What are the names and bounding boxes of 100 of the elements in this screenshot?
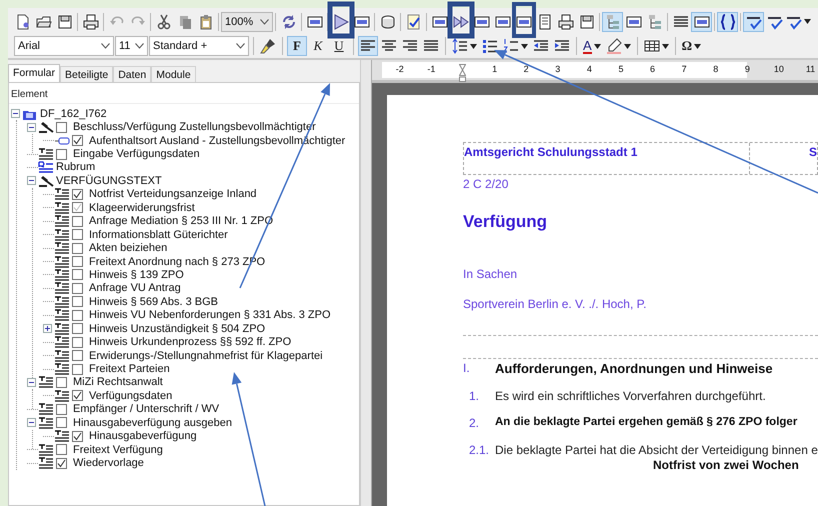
checkbox[interactable] bbox=[72, 430, 83, 442]
checkbox[interactable] bbox=[72, 336, 83, 348]
checkbox[interactable] bbox=[72, 390, 83, 402]
toolbar-button[interactable] bbox=[743, 12, 764, 32]
checkbox[interactable] bbox=[72, 256, 83, 268]
tree-item[interactable]: Hinausgabeverfügung bbox=[88, 430, 197, 442]
tree-item[interactable]: Hinweis VU Nebenforderungen § 331 Abs. 3 ZPO bbox=[88, 309, 331, 322]
chevron-icon bbox=[135, 43, 144, 49]
toolbar-button[interactable]: K bbox=[308, 36, 328, 56]
tree-item[interactable]: Freitext Verfügung bbox=[72, 444, 163, 456]
dropdown-field[interactable]: Arial bbox=[14, 36, 114, 56]
header-text: Amtsgericht Schulungsstadt 1 bbox=[464, 143, 750, 174]
play-icon bbox=[332, 14, 348, 30]
toolbar-button[interactable] bbox=[602, 12, 623, 32]
file-number: 2 C 2/20 bbox=[463, 177, 510, 191]
form-icon bbox=[694, 14, 710, 30]
toolbar-button[interactable] bbox=[258, 36, 278, 56]
dropdown-field[interactable]: Standard + bbox=[149, 36, 249, 56]
section-number: I. bbox=[463, 361, 471, 376]
checkbox[interactable] bbox=[56, 148, 67, 160]
intro-text: In Sachen bbox=[463, 267, 518, 281]
dropdown-field[interactable]: 11 bbox=[115, 36, 148, 56]
toolbar-button[interactable] bbox=[358, 36, 378, 56]
ruler-number: 2 bbox=[522, 64, 530, 76]
tab[interactable]: Daten bbox=[113, 66, 152, 82]
checkbox[interactable] bbox=[72, 282, 83, 294]
section-number: 2. bbox=[468, 416, 480, 430]
expand-icon[interactable] bbox=[43, 324, 52, 334]
tree-item[interactable]: VERFÜGUNGSTEXT bbox=[55, 174, 162, 187]
tree-item[interactable]: DF_162_I762 bbox=[39, 108, 107, 120]
tab[interactable]: Module bbox=[151, 66, 196, 82]
tree-item[interactable]: Hinweis Unzuständigkeit § 504 ZPO bbox=[88, 322, 266, 335]
checkbox[interactable] bbox=[56, 404, 67, 415]
form-icon bbox=[516, 14, 532, 30]
checkbox[interactable] bbox=[72, 310, 83, 321]
form-icon bbox=[306, 14, 322, 30]
text-block-icon bbox=[38, 457, 54, 470]
form-icon bbox=[494, 14, 510, 30]
tree-item[interactable]: MiZi Rechtsanwalt bbox=[72, 376, 163, 388]
tab[interactable]: Beteiligte bbox=[60, 66, 114, 82]
checkbox[interactable] bbox=[56, 458, 67, 469]
tree-item[interactable]: Hinweis Urkundenprozess §§ 592 ff. ZPO bbox=[88, 336, 292, 348]
deadline-text: Notfrist von zwei Wochen bbox=[653, 458, 800, 472]
ruler-number: 8 bbox=[712, 64, 720, 76]
checkbox[interactable] bbox=[56, 376, 67, 388]
pen-icon bbox=[606, 38, 622, 54]
toolbar-button[interactable] bbox=[450, 36, 479, 56]
chevron-icon bbox=[236, 43, 245, 49]
checkbox[interactable] bbox=[72, 269, 83, 280]
tree-item[interactable]: Hinweis § 139 ZPO bbox=[88, 268, 184, 281]
toolbar-button[interactable]: F bbox=[287, 36, 307, 56]
text-block-icon bbox=[38, 376, 54, 388]
checkbox[interactable] bbox=[72, 229, 83, 240]
highlight-frame bbox=[448, 2, 474, 38]
tree-item[interactable]: Freitext Parteien bbox=[88, 363, 170, 376]
form-icon bbox=[354, 14, 370, 30]
checkbox[interactable] bbox=[72, 188, 83, 200]
tree-item[interactable]: Wiedervorlage bbox=[72, 457, 144, 470]
tree-item[interactable]: Akten beiziehen bbox=[88, 242, 168, 254]
collapse-icon[interactable] bbox=[27, 418, 36, 428]
checkbox[interactable] bbox=[72, 323, 83, 334]
collapse-icon[interactable] bbox=[27, 122, 36, 132]
ruler-number: -1 bbox=[426, 64, 436, 76]
checkbox[interactable] bbox=[72, 350, 83, 362]
line-spacing-icon bbox=[452, 38, 468, 54]
checkbox[interactable] bbox=[56, 122, 67, 133]
indent-marker[interactable] bbox=[459, 64, 466, 82]
tree-item[interactable]: Hinweis § 569 Abs. 3 BGB bbox=[88, 296, 218, 308]
party-names: Sportverein Berlin e. V. ./. Hoch, P. bbox=[463, 297, 648, 311]
tree-item[interactable]: Anfrage VU Antrag bbox=[88, 282, 181, 294]
text-block-icon bbox=[54, 390, 70, 402]
toolbar-button[interactable] bbox=[717, 12, 738, 32]
collapse-icon[interactable] bbox=[11, 109, 20, 118]
tree-item[interactable]: Hinausgabeverfügung ausgeben bbox=[72, 416, 232, 429]
tree-item[interactable]: Rubrum bbox=[55, 161, 96, 174]
checkbox[interactable] bbox=[72, 242, 83, 254]
tree-item[interactable]: Informationsblatt Güterichter bbox=[88, 228, 228, 241]
checkbox[interactable] bbox=[72, 296, 83, 308]
toolbar-button[interactable] bbox=[691, 12, 712, 32]
table-icon bbox=[644, 38, 660, 54]
tree-item[interactable]: Empfänger / Unterschrift / WV bbox=[72, 403, 220, 416]
checkbox[interactable] bbox=[72, 216, 83, 227]
checkbox[interactable] bbox=[56, 444, 67, 456]
checkbox[interactable] bbox=[56, 417, 67, 428]
tab[interactable]: Formular bbox=[8, 64, 60, 82]
tree-item[interactable]: Verfügungsdaten bbox=[88, 390, 172, 402]
ruler[interactable]: -2 -1 1 2 3 4 5 6 7 8 9 10 11 bbox=[372, 60, 818, 83]
tree-item[interactable]: Erwiderungs-/Stellungnahmefrist für Klagepartei bbox=[88, 350, 323, 362]
tree-item[interactable]: Notfrist Verteidungsanzeige Inland bbox=[88, 188, 257, 200]
collapse-icon[interactable] bbox=[27, 378, 36, 387]
collapse-icon[interactable] bbox=[27, 176, 36, 186]
toolbar-button[interactable]: Ω bbox=[680, 36, 704, 56]
dropdown-field[interactable]: 100% bbox=[221, 12, 273, 32]
ruler-number: 6 bbox=[649, 64, 656, 76]
text-block-icon bbox=[54, 215, 70, 228]
toolbar-button[interactable]: A bbox=[581, 36, 603, 56]
checkbox[interactable] bbox=[72, 135, 83, 146]
tree-item[interactable]: Eingabe Verfügungsdaten bbox=[72, 148, 200, 160]
toolbar-button[interactable]: U bbox=[329, 36, 349, 56]
checkbox[interactable] bbox=[72, 364, 83, 375]
